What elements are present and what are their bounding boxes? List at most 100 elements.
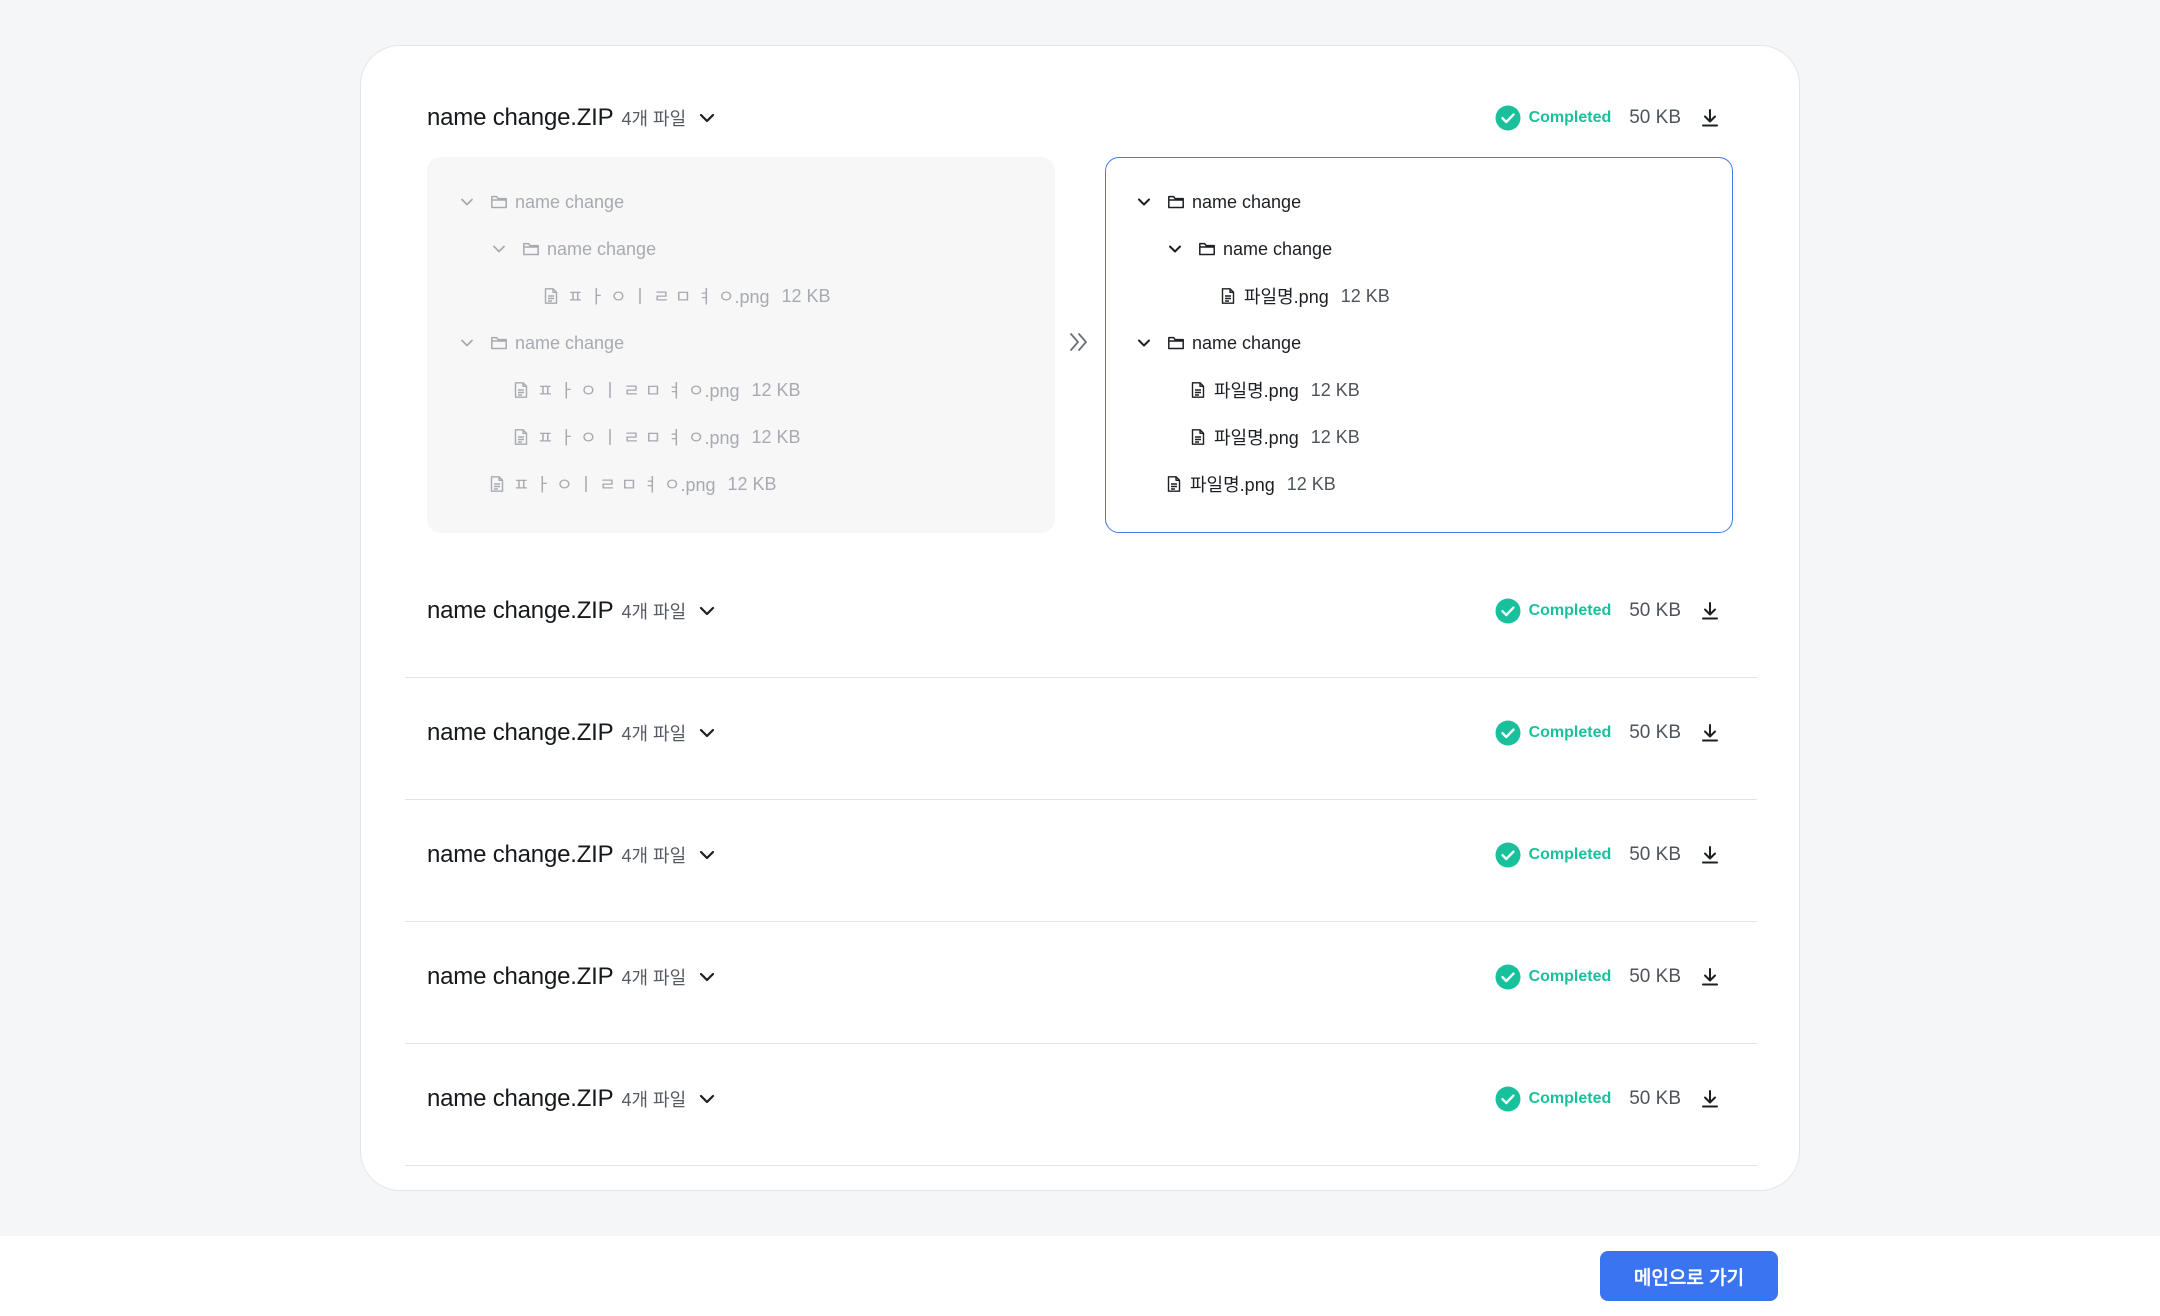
status-badge: Completed bbox=[1528, 602, 1612, 619]
file-count: 4개 파일 bbox=[621, 109, 687, 129]
chevron-down-icon[interactable] bbox=[1134, 192, 1154, 212]
upload-results-card: name change.ZIP 4개 파일 Completed 50 KB na… bbox=[360, 45, 1800, 1191]
file-name: name change.ZIP bbox=[427, 841, 614, 868]
file-size: 12 KB bbox=[751, 379, 801, 400]
chevron-down-icon[interactable] bbox=[489, 239, 509, 259]
file-name: name change.ZIP bbox=[427, 1085, 614, 1112]
check-circle-icon bbox=[1495, 598, 1521, 624]
file-size: 50 KB bbox=[1629, 600, 1681, 621]
file-name: name change.ZIP bbox=[427, 597, 614, 624]
footer-bar: 메인으로 가기 bbox=[0, 1236, 2160, 1316]
file-size: 50 KB bbox=[1629, 107, 1681, 128]
check-circle-icon bbox=[1495, 105, 1521, 131]
tree-label: 파일명.png bbox=[1190, 475, 1275, 495]
folder-icon bbox=[489, 192, 509, 212]
tree-file[interactable]: 파일명.png 12 KB bbox=[1218, 281, 1390, 311]
tree-file[interactable]: 파일명.png 12 KB bbox=[1164, 469, 1336, 499]
tree-file[interactable]: 파일명.png 12 KB bbox=[1188, 422, 1360, 452]
chevron-down-icon[interactable] bbox=[694, 1086, 720, 1112]
file-row[interactable]: name change.ZIP 4개 파일 Completed 50 KB bbox=[405, 1044, 1757, 1166]
tree-label: name change bbox=[1223, 238, 1333, 259]
download-icon[interactable] bbox=[1697, 1086, 1723, 1112]
file-size: 12 KB bbox=[1310, 426, 1360, 447]
tree-file[interactable]: ㅍ ㅏ ㅇ ㅣ ㄹ ㅁ ㅕ ㅇ.png 12 KB bbox=[511, 422, 801, 452]
chevron-down-icon[interactable] bbox=[1165, 239, 1185, 259]
folder-icon bbox=[1166, 192, 1186, 212]
chevron-down-icon[interactable] bbox=[457, 192, 477, 212]
file-icon bbox=[1164, 474, 1184, 494]
file-count: 4개 파일 bbox=[621, 846, 687, 866]
tree-label: ㅍ ㅏ ㅇ ㅣ ㄹ ㅁ ㅕ ㅇ.png bbox=[567, 287, 770, 307]
tree-folder[interactable]: name change bbox=[1134, 187, 1301, 217]
folder-icon bbox=[489, 333, 509, 353]
download-icon[interactable] bbox=[1697, 964, 1723, 990]
tree-file[interactable]: ㅍ ㅏ ㅇ ㅣ ㄹ ㅁ ㅕ ㅇ.png 12 KB bbox=[487, 469, 777, 499]
file-row[interactable]: name change.ZIP 4개 파일 Completed 50 KB bbox=[405, 800, 1757, 922]
file-icon bbox=[541, 286, 561, 306]
tree-label: 파일명.png bbox=[1214, 428, 1299, 448]
file-row[interactable]: name change.ZIP 4개 파일 Completed 50 KB bbox=[405, 922, 1757, 1044]
tree-folder[interactable]: name change bbox=[1134, 328, 1301, 358]
tree-label: name change bbox=[1192, 191, 1302, 212]
tree-label: name change bbox=[1192, 332, 1302, 353]
chevron-down-icon[interactable] bbox=[694, 842, 720, 868]
folder-icon bbox=[1197, 239, 1217, 259]
tree-label: name change bbox=[515, 191, 625, 212]
file-size: 50 KB bbox=[1629, 722, 1681, 743]
file-name: name change.ZIP bbox=[427, 719, 614, 746]
download-icon[interactable] bbox=[1697, 842, 1723, 868]
tree-label: ㅍ ㅏ ㅇ ㅣ ㄹ ㅁ ㅕ ㅇ.png bbox=[537, 381, 740, 401]
go-to-main-button[interactable]: 메인으로 가기 bbox=[1600, 1251, 1778, 1301]
file-size: 12 KB bbox=[781, 285, 831, 306]
tree-folder[interactable]: name change bbox=[457, 328, 624, 358]
tree-folder[interactable]: name change bbox=[457, 187, 624, 217]
tree-label: name change bbox=[515, 332, 625, 353]
check-circle-icon bbox=[1495, 964, 1521, 990]
check-circle-icon bbox=[1495, 720, 1521, 746]
tree-folder[interactable]: name change bbox=[489, 234, 656, 264]
chevron-down-icon[interactable] bbox=[694, 598, 720, 624]
file-size: 50 KB bbox=[1629, 1088, 1681, 1109]
file-icon bbox=[1218, 286, 1238, 306]
file-row[interactable]: name change.ZIP 4개 파일 Completed 50 KB bbox=[405, 678, 1757, 800]
status-badge: Completed bbox=[1528, 1090, 1612, 1107]
file-size: 50 KB bbox=[1629, 844, 1681, 865]
check-circle-icon bbox=[1495, 842, 1521, 868]
status-badge: Completed bbox=[1528, 724, 1612, 741]
file-size: 12 KB bbox=[751, 426, 801, 447]
file-row[interactable]: name change.ZIP 4개 파일 Completed 50 KB bbox=[405, 556, 1757, 678]
chevron-down-icon[interactable] bbox=[694, 964, 720, 990]
chevron-down-icon[interactable] bbox=[1134, 333, 1154, 353]
download-icon[interactable] bbox=[1697, 598, 1723, 624]
divider bbox=[405, 1164, 1757, 1166]
tree-file[interactable]: ㅍ ㅏ ㅇ ㅣ ㄹ ㅁ ㅕ ㅇ.png 12 KB bbox=[511, 375, 801, 405]
file-count: 4개 파일 bbox=[621, 1090, 687, 1110]
download-icon[interactable] bbox=[1697, 105, 1723, 131]
file-size: 50 KB bbox=[1629, 966, 1681, 987]
folder-icon bbox=[521, 239, 541, 259]
tree-folder[interactable]: name change bbox=[1165, 234, 1332, 264]
tree-label: name change bbox=[547, 238, 657, 259]
status-badge: Completed bbox=[1528, 109, 1612, 126]
file-size: 12 KB bbox=[1340, 285, 1390, 306]
file-icon bbox=[511, 427, 531, 447]
download-icon[interactable] bbox=[1697, 720, 1723, 746]
chevron-down-icon[interactable] bbox=[694, 720, 720, 746]
file-count: 4개 파일 bbox=[621, 968, 687, 988]
file-icon bbox=[511, 380, 531, 400]
tree-label: ㅍ ㅏ ㅇ ㅣ ㄹ ㅁ ㅕ ㅇ.png bbox=[513, 475, 716, 495]
file-name: name change.ZIP bbox=[427, 963, 614, 990]
tree-label: 파일명.png bbox=[1214, 381, 1299, 401]
file-size: 12 KB bbox=[1310, 379, 1360, 400]
chevron-down-icon[interactable] bbox=[694, 105, 720, 131]
file-size: 12 KB bbox=[727, 473, 777, 494]
file-name: name change.ZIP bbox=[427, 104, 614, 131]
tree-file[interactable]: 파일명.png 12 KB bbox=[1188, 375, 1360, 405]
tree-file[interactable]: ㅍ ㅏ ㅇ ㅣ ㄹ ㅁ ㅕ ㅇ.png 12 KB bbox=[541, 281, 831, 311]
status-badge: Completed bbox=[1528, 846, 1612, 863]
tree-label: 파일명.png bbox=[1244, 287, 1329, 307]
double-chevron-right-icon bbox=[1070, 333, 1087, 351]
file-count: 4개 파일 bbox=[621, 602, 687, 622]
file-icon bbox=[1188, 380, 1208, 400]
chevron-down-icon[interactable] bbox=[457, 333, 477, 353]
